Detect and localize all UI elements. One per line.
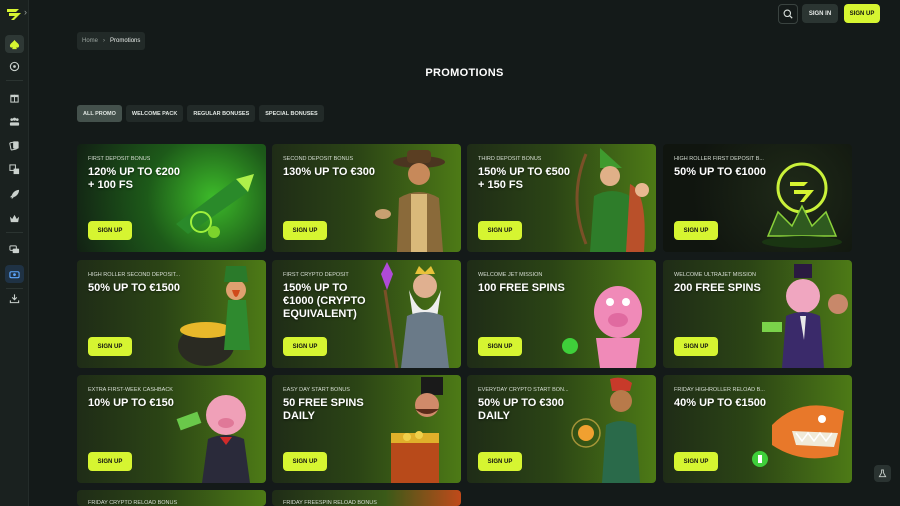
promo-kicker: WELCOME ULTRAJET MISSION	[674, 272, 757, 278]
leprechaun-art-icon	[178, 266, 250, 366]
promo-sign-up-button[interactable]: SIGN UP	[88, 452, 132, 471]
sidebar-divider	[6, 232, 23, 233]
sign-in-button[interactable]: SIGN IN	[802, 4, 838, 23]
promo-card[interactable]: SECOND DEPOSIT BONUS 130% UP TO €300 SIG…	[272, 144, 461, 252]
shark-art-icon	[752, 405, 844, 467]
promo-card[interactable]: FRIDAY CRYPTO RELOAD BONUS	[77, 490, 266, 506]
crown-icon[interactable]	[5, 209, 24, 227]
promo-sign-up-button[interactable]: SIGN UP	[478, 452, 522, 471]
promo-sign-up-button[interactable]: SIGN UP	[674, 452, 718, 471]
promo-filter-tabs: ALL PROMO WELCOME PACK REGULAR BONUSES S…	[77, 105, 324, 122]
top-header: SIGN IN SIGN UP	[29, 0, 900, 28]
promo-card[interactable]: FIRST DEPOSIT BONUS 120% UP TO €200 + 10…	[77, 144, 266, 252]
promo-headline: 200 FREE SPINS	[674, 282, 761, 294]
ball-icon[interactable]	[5, 57, 24, 75]
promo-sign-up-button[interactable]: SIGN UP	[478, 337, 522, 356]
sidebar: ›	[0, 0, 29, 506]
promo-card[interactable]: FRIDAY FREESPIN RELOAD BONUS	[272, 490, 461, 506]
promo-card[interactable]: WELCOME ULTRAJET MISSION 200 FREE SPINS …	[663, 260, 852, 368]
download-icon[interactable]	[5, 289, 24, 307]
promo-headline: 50% UP TO €300 DAILY	[478, 397, 564, 422]
breadcrumb-current: Promotions	[110, 38, 141, 44]
promo-card[interactable]: HIGH ROLLER SECOND DEPOSIT... 50% UP TO …	[77, 260, 266, 368]
promo-kicker: FRIDAY HIGHROLLER RELOAD B...	[674, 387, 765, 393]
promo-card[interactable]: EASY DAY START BONUS 50 FREE SPINS DAILY…	[272, 375, 461, 483]
promo-kicker: FIRST CRYPTO DEPOSIT	[283, 272, 349, 278]
promo-sign-up-button[interactable]: SIGN UP	[88, 337, 132, 356]
promo-headline: 150% UP TO €500 + 150 FS	[478, 166, 570, 191]
pig-art-icon	[562, 286, 642, 368]
promo-sign-up-button[interactable]: SIGN UP	[478, 221, 522, 240]
exchange-icon[interactable]	[5, 160, 24, 178]
promo-kicker: HIGH ROLLER FIRST DEPOSIT B...	[674, 156, 764, 162]
breadcrumb-home-link[interactable]: Home	[82, 38, 98, 44]
brand-logo-icon[interactable]	[6, 6, 22, 22]
flask-icon	[878, 469, 887, 478]
promo-sign-up-button[interactable]: SIGN UP	[283, 452, 327, 471]
promo-sign-up-button[interactable]: SIGN UP	[88, 221, 132, 240]
promo-kicker: HIGH ROLLER SECOND DEPOSIT...	[88, 272, 180, 278]
promo-sign-up-button[interactable]: SIGN UP	[674, 221, 718, 240]
chat-icon[interactable]	[5, 240, 24, 258]
treasure-art-icon	[391, 377, 443, 483]
promo-kicker: EXTRA FIRST-WEEK CASHBACK	[88, 387, 173, 393]
logo-crown-art-icon	[762, 162, 842, 248]
tab-all-promo[interactable]: ALL PROMO	[77, 105, 122, 122]
gift-icon[interactable]	[5, 88, 24, 106]
cards-icon[interactable]	[5, 136, 24, 154]
promo-headline: 120% UP TO €200 + 100 FS	[88, 166, 180, 191]
promo-sign-up-button[interactable]: SIGN UP	[283, 337, 327, 356]
promo-headline: 50% UP TO €1500	[88, 282, 180, 294]
promo-kicker: SECOND DEPOSIT BONUS	[283, 156, 354, 162]
page-title: PROMOTIONS	[425, 67, 504, 79]
tab-regular-bonuses[interactable]: REGULAR BONUSES	[187, 105, 256, 122]
search-icon	[783, 9, 793, 19]
promo-card[interactable]: FRIDAY HIGHROLLER RELOAD B... 40% UP TO …	[663, 375, 852, 483]
explorer-art-icon	[375, 150, 445, 252]
promo-kicker: FIRST DEPOSIT BONUS	[88, 156, 151, 162]
promo-kicker: WELCOME JET MISSION	[478, 272, 543, 278]
pig-suit-art-icon	[762, 264, 848, 368]
promo-kicker: FRIDAY CRYPTO RELOAD BONUS	[88, 500, 178, 506]
promo-sign-up-button[interactable]: SIGN UP	[283, 221, 327, 240]
promo-kicker: EVERYDAY CRYPTO START BON...	[478, 387, 569, 393]
breadcrumb: Home › Promotions	[77, 32, 146, 50]
breadcrumb-separator: ›	[103, 38, 106, 44]
promo-headline: 40% UP TO €1500	[674, 397, 766, 409]
chevron-right-icon[interactable]: ›	[24, 7, 27, 17]
promo-kicker: THIRD DEPOSIT BONUS	[478, 156, 542, 162]
promo-card[interactable]: THIRD DEPOSIT BONUS 150% UP TO €500 + 15…	[467, 144, 656, 252]
rocket-art-icon	[176, 174, 254, 238]
promo-card[interactable]: EVERYDAY CRYPTO START BON... 50% UP TO €…	[467, 375, 656, 483]
promo-headline: 100 FREE SPINS	[478, 282, 565, 294]
promo-card[interactable]: EXTRA FIRST-WEEK CASHBACK 10% UP TO €150…	[77, 375, 266, 483]
promo-headline: 10% UP TO €150	[88, 397, 174, 409]
people-icon[interactable]	[5, 112, 24, 130]
promo-card[interactable]: FIRST CRYPTO DEPOSIT 150% UP TO €1000 (C…	[272, 260, 461, 368]
sidebar-divider	[6, 80, 23, 81]
search-button[interactable]	[778, 4, 798, 24]
pig-cash-art-icon	[176, 395, 250, 483]
promo-headline: 130% UP TO €300	[283, 166, 375, 178]
tab-special-bonuses[interactable]: SPECIAL BONUSES	[259, 105, 324, 122]
scroll-to-top-button[interactable]	[874, 465, 891, 482]
promo-kicker: FRIDAY FREESPIN RELOAD BONUS	[283, 500, 377, 506]
sign-up-button[interactable]: SIGN UP	[844, 4, 880, 23]
genie-art-icon	[571, 377, 640, 483]
promo-card[interactable]: WELCOME JET MISSION 100 FREE SPINS SIGN …	[467, 260, 656, 368]
promo-headline: 50% UP TO €1000	[674, 166, 766, 178]
tab-welcome-pack[interactable]: WELCOME PACK	[125, 105, 184, 122]
promo-headline: 50 FREE SPINS DAILY	[283, 397, 364, 422]
wallet-icon[interactable]	[5, 265, 24, 283]
promo-kicker: EASY DAY START BONUS	[283, 387, 350, 393]
archer-art-icon	[575, 148, 649, 252]
rocket-icon[interactable]	[5, 185, 24, 203]
promo-headline: 150% UP TO €1000 (CRYPTO EQUIVALENT)	[283, 282, 366, 320]
spade-icon[interactable]	[5, 35, 24, 53]
promo-sign-up-button[interactable]: SIGN UP	[674, 337, 718, 356]
promo-card[interactable]: HIGH ROLLER FIRST DEPOSIT B... 50% UP TO…	[663, 144, 852, 252]
